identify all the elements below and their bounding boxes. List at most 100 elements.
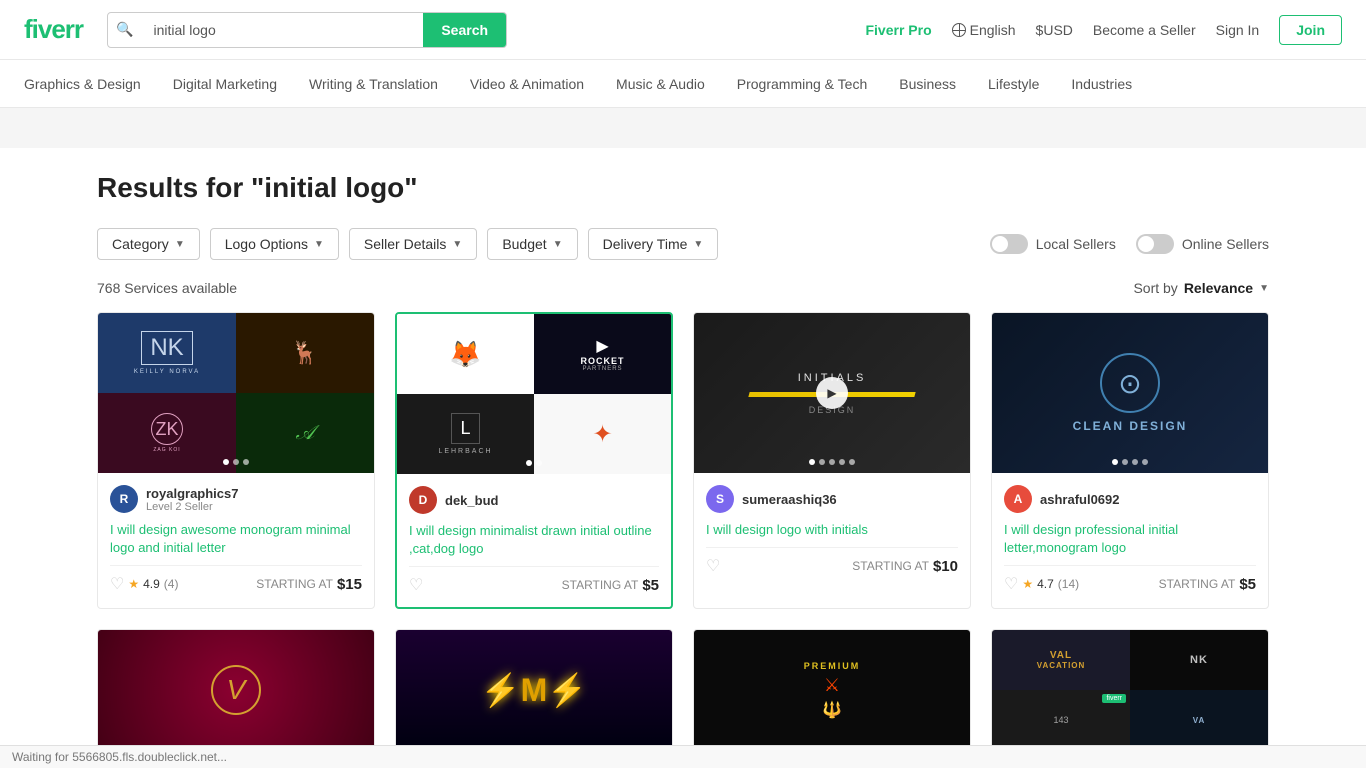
logo-options-filter[interactable]: Logo Options ▼ bbox=[210, 228, 339, 260]
carousel-dots bbox=[809, 459, 855, 465]
carousel-dot bbox=[829, 459, 835, 465]
seller-name-block-4: ashraful0692 bbox=[1040, 492, 1120, 507]
card-title-1[interactable]: I will design awesome monogram minimal l… bbox=[110, 521, 362, 557]
price-value-1: $15 bbox=[337, 576, 362, 593]
join-button[interactable]: Join bbox=[1279, 15, 1342, 45]
rating-4: ♡ ★ 4.7 (14) bbox=[1004, 574, 1079, 594]
nav-programming-tech[interactable]: Programming & Tech bbox=[737, 72, 867, 96]
seller-info-2: D dek_bud bbox=[409, 486, 659, 514]
seller-name-4[interactable]: ashraful0692 bbox=[1040, 492, 1120, 507]
header-right: Fiverr Pro English $USD Become a Seller … bbox=[865, 15, 1342, 45]
currency-selector[interactable]: $USD bbox=[1036, 22, 1073, 38]
filter-bar: Category ▼ Logo Options ▼ Seller Details… bbox=[97, 228, 1269, 260]
local-sellers-switch[interactable] bbox=[990, 234, 1028, 254]
search-bar: 🔍 Search bbox=[107, 12, 507, 48]
favorite-button-3[interactable]: ♡ bbox=[706, 556, 720, 576]
seller-name-2[interactable]: dek_bud bbox=[445, 493, 498, 508]
favorite-button-2[interactable]: ♡ bbox=[409, 575, 423, 595]
carousel-dot bbox=[849, 459, 855, 465]
card-img-quad-1: 🦊 bbox=[397, 314, 534, 394]
chevron-down-icon: ▼ bbox=[452, 239, 462, 250]
seller-name-3[interactable]: sumeraashiq36 bbox=[742, 492, 837, 507]
service-card-4[interactable]: ⊙ CLEAN DESIGN A ashraful0692 I wil bbox=[991, 312, 1269, 609]
carousel-dots bbox=[526, 460, 542, 466]
rating-value-1: 4.9 bbox=[143, 577, 160, 591]
card-body-1: R royalgraphics7 Level 2 Seller I will d… bbox=[98, 473, 374, 606]
nav-industries[interactable]: Industries bbox=[1071, 72, 1132, 96]
card-image-2: 🦊 ▶ ROCKET PARTNERS L LEHRBACH bbox=[397, 314, 671, 474]
fiverr-pro-link[interactable]: Fiverr Pro bbox=[865, 22, 931, 38]
carousel-dot bbox=[1112, 459, 1118, 465]
service-card-3[interactable]: INITIALS DESIGN ▶ S sumeraashiq36 bbox=[693, 312, 971, 609]
carousel-dots bbox=[223, 459, 249, 465]
toggle-knob bbox=[992, 236, 1008, 252]
online-sellers-toggle[interactable]: Online Sellers bbox=[1136, 234, 1269, 254]
service-card-2[interactable]: 🦊 ▶ ROCKET PARTNERS L LEHRBACH bbox=[395, 312, 673, 609]
seller-info-1: R royalgraphics7 Level 2 Seller bbox=[110, 485, 362, 513]
service-card-6[interactable]: ⚡M⚡ bbox=[395, 629, 673, 751]
rating-value-4: 4.7 bbox=[1037, 577, 1054, 591]
price-info-4: STARTING AT $5 bbox=[1159, 576, 1256, 593]
online-sellers-switch[interactable] bbox=[1136, 234, 1174, 254]
local-sellers-toggle[interactable]: Local Sellers bbox=[990, 234, 1116, 254]
service-card-5[interactable]: V bbox=[97, 629, 375, 751]
delivery-time-filter[interactable]: Delivery Time ▼ bbox=[588, 228, 719, 260]
service-card-1[interactable]: NK KEILLY NORVA 🦌 ZK ZAG KOI 𝒜 bbox=[97, 312, 375, 609]
play-button-3[interactable]: ▶ bbox=[816, 377, 848, 409]
nav-music-audio[interactable]: Music & Audio bbox=[616, 72, 705, 96]
card-title-4[interactable]: I will design professional initial lette… bbox=[1004, 521, 1256, 557]
price-info-1: STARTING AT $15 bbox=[256, 576, 362, 593]
price-info-2: STARTING AT $5 bbox=[562, 577, 659, 594]
banner bbox=[0, 108, 1366, 148]
service-card-8[interactable]: VAL VACATION NK fiverr 143 VA bbox=[991, 629, 1269, 751]
nav-lifestyle[interactable]: Lifestyle bbox=[988, 72, 1039, 96]
results-title: Results for "initial logo" bbox=[97, 172, 1269, 204]
carousel-dot bbox=[1132, 459, 1138, 465]
nav-business[interactable]: Business bbox=[899, 72, 956, 96]
card-title-2[interactable]: I will design minimalist drawn initial o… bbox=[409, 522, 659, 558]
carousel-dot bbox=[526, 460, 532, 466]
price-info-3: STARTING AT $10 bbox=[852, 558, 958, 575]
card-title-3[interactable]: I will design logo with initials bbox=[706, 521, 958, 539]
budget-filter[interactable]: Budget ▼ bbox=[487, 228, 577, 260]
second-row-cards: V ⚡M⚡ PREMIUM ⚔ 🔱 bbox=[97, 629, 1269, 751]
language-selector[interactable]: English bbox=[952, 22, 1016, 38]
favorite-button-1[interactable]: ♡ bbox=[110, 574, 124, 594]
nav-video-animation[interactable]: Video & Animation bbox=[470, 72, 584, 96]
search-button[interactable]: Search bbox=[423, 13, 506, 47]
price-value-3: $10 bbox=[933, 558, 958, 575]
seller-details-filter[interactable]: Seller Details ▼ bbox=[349, 228, 477, 260]
card-image-6: ⚡M⚡ bbox=[396, 630, 672, 750]
become-seller-link[interactable]: Become a Seller bbox=[1093, 22, 1196, 38]
card-image-7: PREMIUM ⚔ 🔱 bbox=[694, 630, 970, 750]
card-image-5: V bbox=[98, 630, 374, 750]
favorite-button-4[interactable]: ♡ bbox=[1004, 574, 1018, 594]
carousel-dot bbox=[536, 460, 542, 466]
nav-graphics-design[interactable]: Graphics & Design bbox=[24, 72, 141, 96]
price-value-4: $5 bbox=[1239, 576, 1256, 593]
card-img-quad-4: ✦ bbox=[534, 394, 671, 474]
seller-name-1[interactable]: royalgraphics7 bbox=[146, 486, 239, 501]
main-content: Results for "initial logo" Category ▼ Lo… bbox=[73, 148, 1293, 751]
star-icon: ★ bbox=[1022, 577, 1033, 591]
carousel-dots bbox=[1112, 459, 1148, 465]
carousel-dot bbox=[233, 459, 239, 465]
carousel-dot bbox=[223, 459, 229, 465]
nav-writing-translation[interactable]: Writing & Translation bbox=[309, 72, 438, 96]
seller-name-block-3: sumeraashiq36 bbox=[742, 492, 837, 507]
card-img-quad-4: 𝒜 bbox=[236, 393, 374, 473]
sign-in-link[interactable]: Sign In bbox=[1216, 22, 1260, 38]
seller-name-block-2: dek_bud bbox=[445, 493, 498, 508]
search-input[interactable] bbox=[141, 14, 423, 46]
category-filter[interactable]: Category ▼ bbox=[97, 228, 200, 260]
card-img-quad-1: NK KEILLY NORVA bbox=[98, 313, 236, 393]
logo[interactable]: fiverr bbox=[24, 14, 83, 45]
card-footer-2: ♡ STARTING AT $5 bbox=[409, 566, 659, 595]
service-card-7[interactable]: PREMIUM ⚔ 🔱 bbox=[693, 629, 971, 751]
carousel-dot bbox=[819, 459, 825, 465]
avatar-3: S bbox=[706, 485, 734, 513]
carousel-dot bbox=[839, 459, 845, 465]
nav-digital-marketing[interactable]: Digital Marketing bbox=[173, 72, 277, 96]
sort-by-dropdown[interactable]: Sort by Relevance ▼ bbox=[1133, 280, 1269, 296]
carousel-dot bbox=[809, 459, 815, 465]
